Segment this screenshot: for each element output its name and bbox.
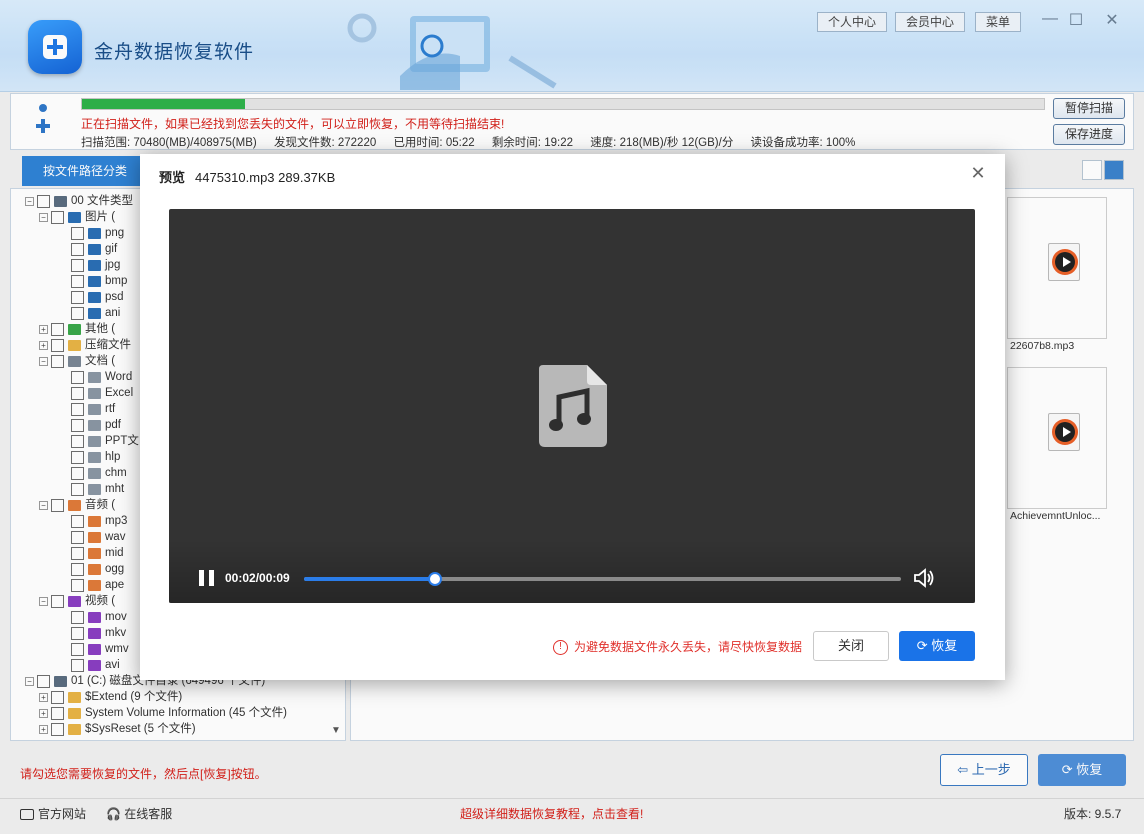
preview-file-info: 4475310.mp3 289.37KB [195,170,336,185]
refresh-icon: ⟳ [916,638,932,653]
playback-time: 00:02/00:09 [225,571,290,585]
pause-icon[interactable] [199,570,215,586]
recover-file-label: 恢复 [931,638,958,653]
volume-icon[interactable] [913,568,935,588]
preview-title: 预览 4475310.mp3 289.37KB [159,167,335,186]
recover-file-button[interactable]: ⟳ 恢复 [899,631,975,661]
preview-label: 预览 [159,170,186,185]
recover-warning-text: 为避免数据文件永久丢失，请尽快恢复数据 [574,640,803,654]
close-icon[interactable]: ✕ [968,163,988,183]
preview-dialog: 预览 4475310.mp3 289.37KB ✕ 00:02/00:09 ! 为避… [140,154,1005,680]
recover-warning: ! 为避免数据文件永久丢失，请尽快恢复数据 [553,638,803,656]
audio-player: 00:02/00:09 [169,209,975,603]
seek-slider[interactable] [304,572,901,586]
music-file-icon [539,365,607,447]
close-preview-button[interactable]: 关闭 [813,631,889,661]
warning-icon: ! [553,640,568,656]
